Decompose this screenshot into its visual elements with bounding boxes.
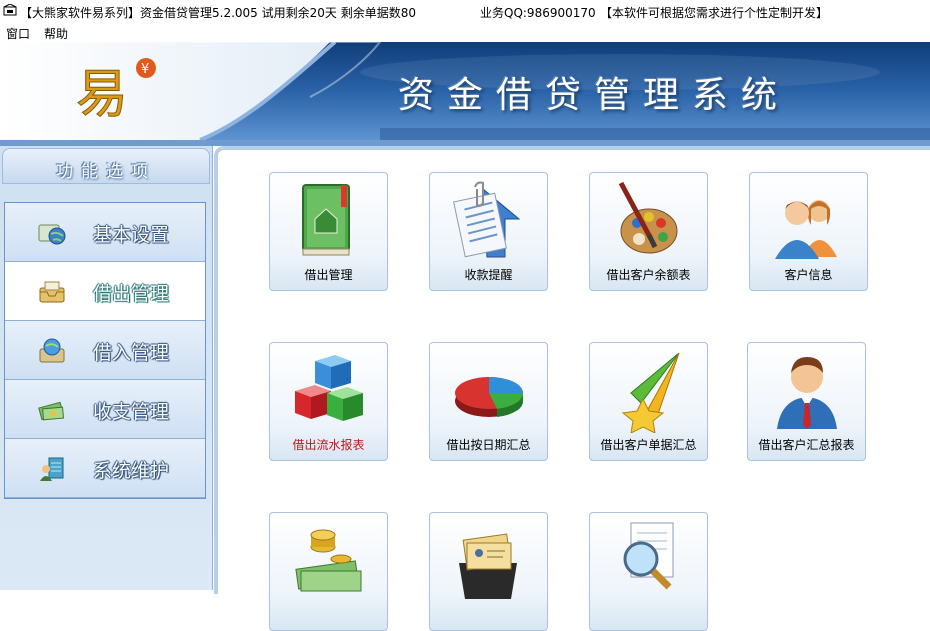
sidebar-item-label: 借入管理 bbox=[93, 342, 170, 364]
tile-label: 收款提醒 bbox=[464, 268, 513, 282]
tile-lend-customer-summary[interactable]: 借出客户汇总报表 bbox=[747, 342, 866, 461]
tile-label: 客户信息 bbox=[784, 268, 833, 282]
sidebar-item-lend-management[interactable]: 借出管理 bbox=[5, 262, 205, 321]
sidebar-item-label: 借出管理 bbox=[93, 283, 170, 305]
sidebar-menu: 基本设置 借出管理 借入管理 收支管理 系统维护 bbox=[4, 202, 206, 499]
sidebar-header-label: 功能选项 bbox=[56, 162, 156, 182]
logo-icon: 易 ¥ bbox=[76, 58, 156, 122]
tile-label: 借出客户汇总报表 bbox=[758, 438, 855, 452]
sidebar-header: 功能选项 bbox=[2, 148, 210, 184]
star-rocket-icon bbox=[621, 352, 680, 433]
header-banner: 易 ¥ 资金借贷管理系统 bbox=[0, 42, 930, 140]
logo-badge: ¥ bbox=[141, 62, 149, 77]
tile-money[interactable] bbox=[269, 512, 388, 631]
window-title: 【大熊家软件易系列】资金借贷管理5.2.005 试用剩余20天 剩余单据数80 bbox=[20, 6, 416, 20]
logo-char: 易 bbox=[76, 65, 128, 122]
app-icon bbox=[3, 4, 17, 16]
cash-icon bbox=[38, 401, 65, 421]
tile-label: 借出流水报表 bbox=[292, 438, 365, 452]
tile-lend-flow-report[interactable]: 借出流水报表 bbox=[269, 342, 388, 461]
tile-lend-customer-bills[interactable]: 借出客户单据汇总 bbox=[589, 342, 708, 461]
tile-lend-customer-balance[interactable]: 借出客户余额表 bbox=[589, 172, 708, 291]
tile-label: 借出按日期汇总 bbox=[446, 438, 531, 452]
tile-lend-by-date[interactable]: 借出按日期汇总 bbox=[429, 342, 548, 461]
tile-label: 借出客户单据汇总 bbox=[600, 438, 697, 452]
globe-icon bbox=[38, 224, 66, 245]
cubes-icon bbox=[295, 355, 363, 421]
money-stack-icon bbox=[295, 529, 362, 592]
sidebar: 功能选项 基本设置 借出管理 借入管理 收支管理 系统维护 bbox=[0, 146, 213, 590]
tile-customer-info[interactable]: 客户信息 bbox=[749, 172, 868, 291]
business-qq: 业务QQ:986900170 bbox=[480, 6, 596, 20]
globe-tray-icon bbox=[39, 338, 65, 363]
green-book-icon bbox=[302, 184, 350, 256]
tile-label: 借出客户余额表 bbox=[606, 268, 691, 282]
users-network-icon bbox=[40, 457, 64, 481]
sidebar-item-borrow-management[interactable]: 借入管理 bbox=[5, 321, 205, 380]
sidebar-item-label: 基本设置 bbox=[93, 224, 170, 246]
menu-bar: 窗口 帮助 bbox=[0, 22, 930, 42]
businessman-icon bbox=[777, 357, 837, 429]
tile-search[interactable] bbox=[589, 512, 708, 631]
tile-label: 借出管理 bbox=[304, 268, 353, 282]
tray-icon bbox=[39, 281, 65, 303]
sidebar-item-basic-settings[interactable]: 基本设置 bbox=[5, 203, 205, 262]
tile-lend-management[interactable]: 借出管理 bbox=[269, 172, 388, 291]
palette-icon bbox=[618, 181, 678, 254]
title-bar: 【大熊家软件易系列】资金借贷管理5.2.005 试用剩余20天 剩余单据数80 … bbox=[0, 0, 930, 22]
magnifier-document-icon bbox=[623, 522, 674, 590]
sidebar-item-system-maintenance[interactable]: 系统维护 bbox=[5, 439, 205, 498]
document-clip-icon bbox=[453, 181, 521, 258]
people-icon bbox=[775, 200, 837, 259]
function-panel: 借出管理 收款提醒 借出客户余额表 客户信息 借出流水报表 借出按日期汇总 借出… bbox=[214, 146, 930, 631]
sidebar-item-label: 系统维护 bbox=[93, 460, 170, 482]
pie-chart-icon bbox=[455, 377, 523, 417]
card-file-icon bbox=[459, 533, 517, 599]
menu-window[interactable]: 窗口 bbox=[6, 25, 30, 42]
tile-payment-reminder[interactable]: 收款提醒 bbox=[429, 172, 548, 291]
tile-card-file[interactable] bbox=[429, 512, 548, 631]
menu-help[interactable]: 帮助 bbox=[44, 25, 68, 42]
custom-dev-note: 【本软件可根据您需求进行个性定制开发】 bbox=[600, 6, 829, 20]
sidebar-item-income-expense[interactable]: 收支管理 bbox=[5, 380, 205, 439]
sidebar-item-label: 收支管理 bbox=[93, 401, 170, 423]
banner-title: 资金借贷管理系统 bbox=[398, 75, 791, 116]
